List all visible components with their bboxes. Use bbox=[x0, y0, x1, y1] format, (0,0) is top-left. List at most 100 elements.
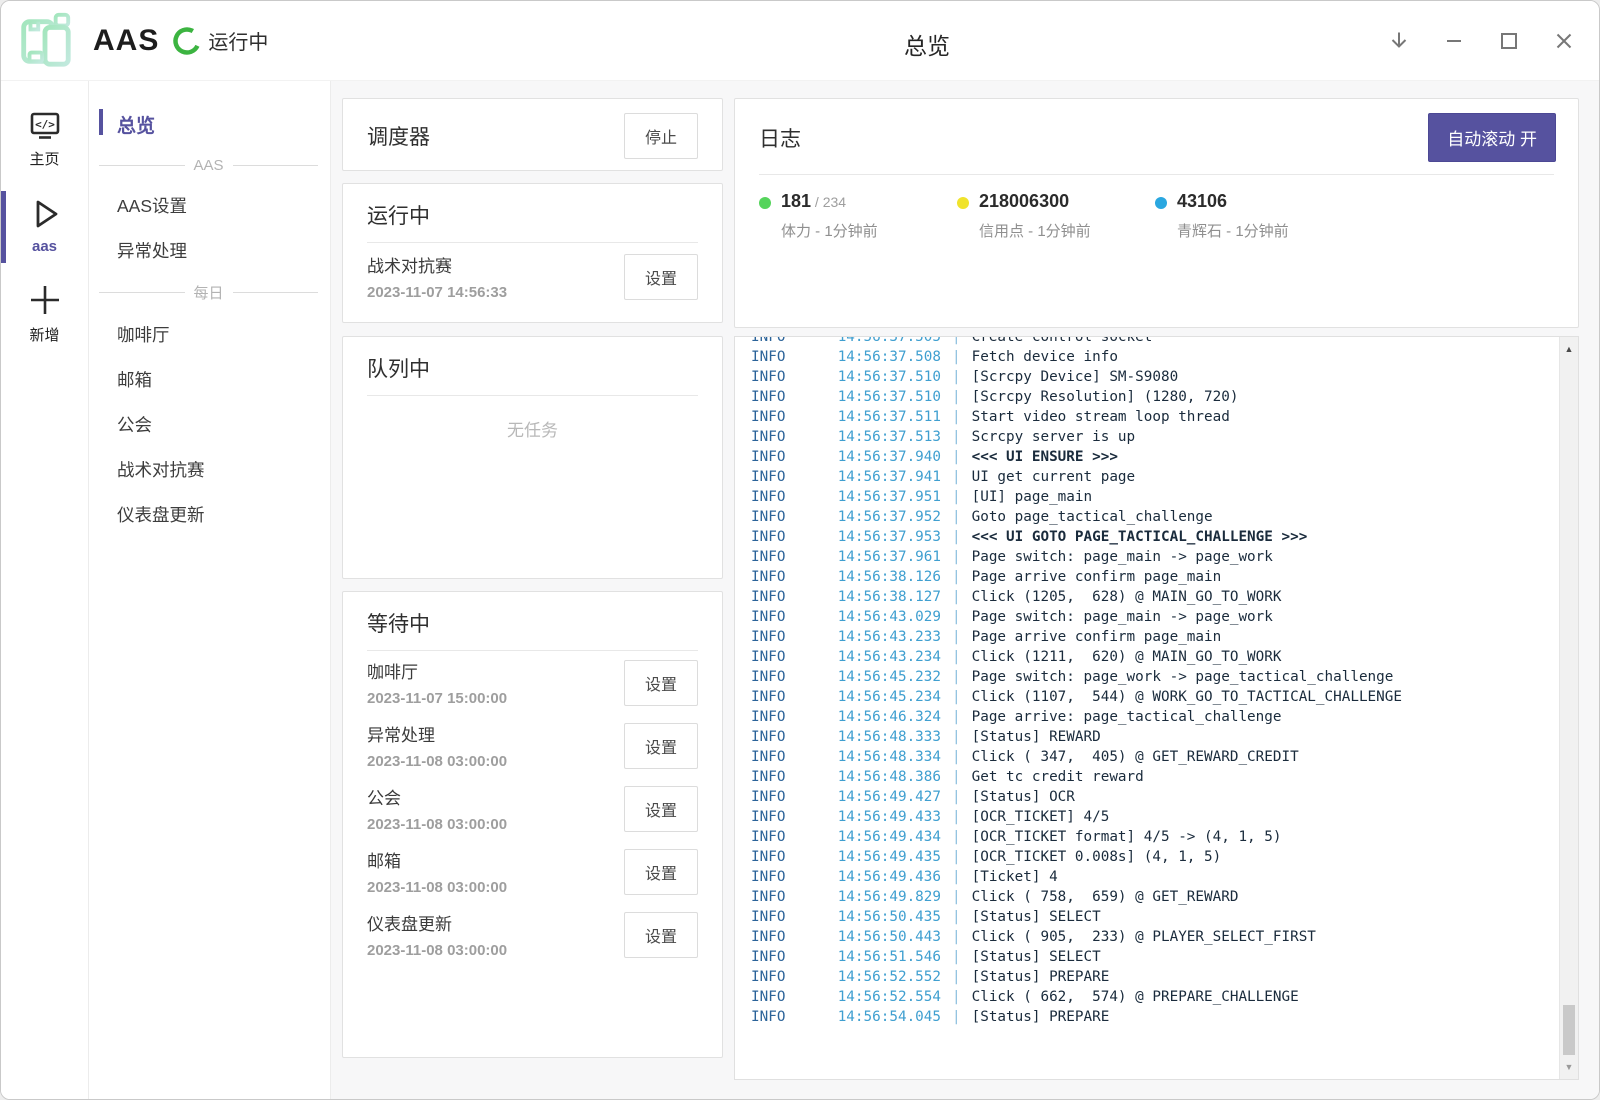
window-controls bbox=[1371, 13, 1591, 68]
log-line: INFO14:56:51.546|[Status] SELECT bbox=[751, 947, 1552, 967]
log-line: INFO14:56:43.233|Page arrive confirm pag… bbox=[751, 627, 1552, 647]
sidebar-item-AAS设置[interactable]: AAS设置 bbox=[89, 183, 330, 228]
waiting-task-row: 仪表盘更新 2023-11-08 03:00:00 设置 bbox=[343, 903, 722, 966]
waiting-card: 等待中 咖啡厅2023-11-07 15:00:00设置异常处理 2023-11-… bbox=[342, 591, 723, 1058]
log-line: INFO14:56:38.127|Click (1205, 628) @ MAI… bbox=[751, 587, 1552, 607]
sidebar-section-divider: 每日 bbox=[99, 282, 318, 303]
waiting-settings-button[interactable]: 设置 bbox=[624, 660, 698, 706]
running-task-time: 2023-11-07 14:56:33 bbox=[367, 284, 507, 301]
running-spinner-icon bbox=[167, 21, 207, 61]
rail-item-label: 新增 bbox=[29, 324, 59, 345]
stat-item: 218006300 信用点 - 1分钟前 bbox=[957, 191, 1155, 241]
waiting-task-name: 异常处理 bbox=[367, 721, 507, 746]
waiting-settings-button[interactable]: 设置 bbox=[624, 786, 698, 832]
waiting-task-row: 咖啡厅2023-11-07 15:00:00设置 bbox=[343, 651, 722, 714]
waiting-settings-button[interactable]: 设置 bbox=[624, 723, 698, 769]
log-line: INFO14:56:37.510|[Scrcpy Resolution] (12… bbox=[751, 387, 1552, 407]
log-scrollbar[interactable]: ▲ ▼ bbox=[1559, 337, 1578, 1079]
running-title: 运行中 bbox=[367, 200, 430, 230]
log-viewer[interactable]: INFO14:56:37.505|Create control socketIN… bbox=[734, 336, 1579, 1080]
sidebar-item-总览[interactable]: 总览 bbox=[89, 101, 330, 148]
stat-value: 43106 bbox=[1177, 191, 1289, 212]
log-line: INFO14:56:37.961|Page switch: page_main … bbox=[751, 547, 1552, 567]
sidebar-item-公会[interactable]: 公会 bbox=[89, 402, 330, 447]
log-line: INFO14:56:45.234|Click (1107, 544) @ WOR… bbox=[751, 687, 1552, 707]
rail-item-new[interactable]: 新增 bbox=[1, 277, 88, 353]
running-card: 运行中 战术对抗赛 2023-11-07 14:56:33 设置 bbox=[342, 183, 723, 323]
log-line: INFO14:56:43.029|Page switch: page_main … bbox=[751, 607, 1552, 627]
queue-empty-text: 无任务 bbox=[343, 396, 722, 441]
icon-rail: </> 主页 aas 新增 bbox=[1, 81, 89, 1100]
rail-item-aas[interactable]: aas bbox=[1, 191, 88, 263]
waiting-title: 等待中 bbox=[367, 608, 430, 638]
queue-title: 队列中 bbox=[367, 353, 430, 383]
autoscroll-toggle-button[interactable]: 自动滚动 开 bbox=[1428, 113, 1556, 162]
waiting-settings-button[interactable]: 设置 bbox=[624, 912, 698, 958]
running-task-row: 战术对抗赛 2023-11-07 14:56:33 设置 bbox=[343, 243, 722, 310]
waiting-task-name: 仪表盘更新 bbox=[367, 910, 507, 935]
waiting-task-name: 公会 bbox=[367, 784, 507, 809]
log-line: INFO14:56:37.941|UI get current page bbox=[751, 467, 1552, 487]
log-line: INFO14:56:50.435|[Status] SELECT bbox=[751, 907, 1552, 927]
running-task-name: 战术对抗赛 bbox=[367, 252, 507, 277]
scrollbar-thumb[interactable] bbox=[1563, 1005, 1575, 1055]
log-line: INFO14:56:49.433|[OCR_TICKET] 4/5 bbox=[751, 807, 1552, 827]
waiting-task-row: 公会 2023-11-08 03:00:00 设置 bbox=[343, 777, 722, 840]
stat-label: 信用点 - 1分钟前 bbox=[979, 220, 1091, 241]
titlebar: AAS 运行中 总览 bbox=[1, 1, 1599, 81]
log-line: INFO14:56:37.951|[UI] page_main bbox=[751, 487, 1552, 507]
home-code-icon: </> bbox=[28, 111, 62, 141]
sidebar-item-邮箱[interactable]: 邮箱 bbox=[89, 357, 330, 402]
sidebar: 总览AASAAS设置异常处理每日咖啡厅邮箱公会战术对抗赛仪表盘更新 bbox=[89, 81, 331, 1100]
log-line: INFO14:56:52.552|[Status] PREPARE bbox=[751, 967, 1552, 987]
log-line: INFO14:56:45.232|Page switch: page_work … bbox=[751, 667, 1552, 687]
plus-icon bbox=[28, 283, 62, 317]
stat-suffix: / 234 bbox=[811, 194, 846, 210]
sidebar-item-仪表盘更新[interactable]: 仪表盘更新 bbox=[89, 492, 330, 537]
log-line: INFO14:56:49.427|[Status] OCR bbox=[751, 787, 1552, 807]
waiting-task-time: 2023-11-08 03:00:00 bbox=[367, 879, 507, 896]
waiting-task-time: 2023-11-08 03:00:00 bbox=[367, 942, 507, 959]
waiting-task-time: 2023-11-08 03:00:00 bbox=[367, 816, 507, 833]
log-line: INFO14:56:49.434|[OCR_TICKET format] 4/5… bbox=[751, 827, 1552, 847]
log-line: INFO14:56:50.443|Click ( 905, 233) @ PLA… bbox=[751, 927, 1552, 947]
log-line: INFO14:56:37.513|Scrcpy server is up bbox=[751, 427, 1552, 447]
download-icon[interactable] bbox=[1371, 13, 1426, 68]
stat-dot-icon bbox=[759, 197, 771, 209]
log-line: INFO14:56:37.953|<<< UI GOTO PAGE_TACTIC… bbox=[751, 527, 1552, 547]
stat-item: 181 / 234体力 - 1分钟前 bbox=[759, 191, 957, 241]
sidebar-item-战术对抗赛[interactable]: 战术对抗赛 bbox=[89, 447, 330, 492]
log-line: INFO14:56:38.126|Page arrive confirm pag… bbox=[751, 567, 1552, 587]
waiting-task-time: 2023-11-08 03:00:00 bbox=[367, 753, 507, 770]
rail-item-label: aas bbox=[32, 238, 57, 255]
log-lines: INFO14:56:37.505|Create control socketIN… bbox=[735, 336, 1578, 1027]
log-line: INFO14:56:52.554|Click ( 662, 574) @ PRE… bbox=[751, 987, 1552, 1007]
log-line: INFO14:56:48.333|[Status] REWARD bbox=[751, 727, 1552, 747]
app-logo-icon bbox=[15, 11, 75, 71]
queue-card: 队列中 无任务 bbox=[342, 336, 723, 579]
stat-label: 青辉石 - 1分钟前 bbox=[1177, 220, 1289, 241]
log-line: INFO14:56:49.435|[OCR_TICKET 0.008s] (4,… bbox=[751, 847, 1552, 867]
stat-value: 218006300 bbox=[979, 191, 1091, 212]
waiting-task-name: 咖啡厅 bbox=[367, 658, 507, 683]
run-status-text: 运行中 bbox=[208, 26, 268, 55]
scroll-up-icon[interactable]: ▲ bbox=[1560, 339, 1578, 359]
log-title: 日志 bbox=[759, 123, 801, 153]
waiting-settings-button[interactable]: 设置 bbox=[624, 849, 698, 895]
log-line: INFO14:56:37.511|Start video stream loop… bbox=[751, 407, 1552, 427]
minimize-icon[interactable] bbox=[1426, 13, 1481, 68]
app-window: AAS 运行中 总览 </> bbox=[0, 0, 1600, 1100]
stop-button[interactable]: 停止 bbox=[624, 113, 698, 159]
maximize-icon[interactable] bbox=[1481, 13, 1536, 68]
sidebar-item-异常处理[interactable]: 异常处理 bbox=[89, 228, 330, 273]
log-line: INFO14:56:54.045|[Status] PREPARE bbox=[751, 1007, 1552, 1027]
rail-item-home[interactable]: </> 主页 bbox=[1, 105, 88, 177]
waiting-list: 咖啡厅2023-11-07 15:00:00设置异常处理 2023-11-08 0… bbox=[343, 651, 722, 966]
scroll-down-icon[interactable]: ▼ bbox=[1560, 1057, 1578, 1077]
log-line: INFO14:56:49.829|Click ( 758, 659) @ GET… bbox=[751, 887, 1552, 907]
log-line: INFO14:56:46.324|Page arrive: page_tacti… bbox=[751, 707, 1552, 727]
close-icon[interactable] bbox=[1536, 13, 1591, 68]
sidebar-item-咖啡厅[interactable]: 咖啡厅 bbox=[89, 312, 330, 357]
running-settings-button[interactable]: 设置 bbox=[624, 254, 698, 300]
log-line: INFO14:56:37.510|[Scrcpy Device] SM-S908… bbox=[751, 367, 1552, 387]
